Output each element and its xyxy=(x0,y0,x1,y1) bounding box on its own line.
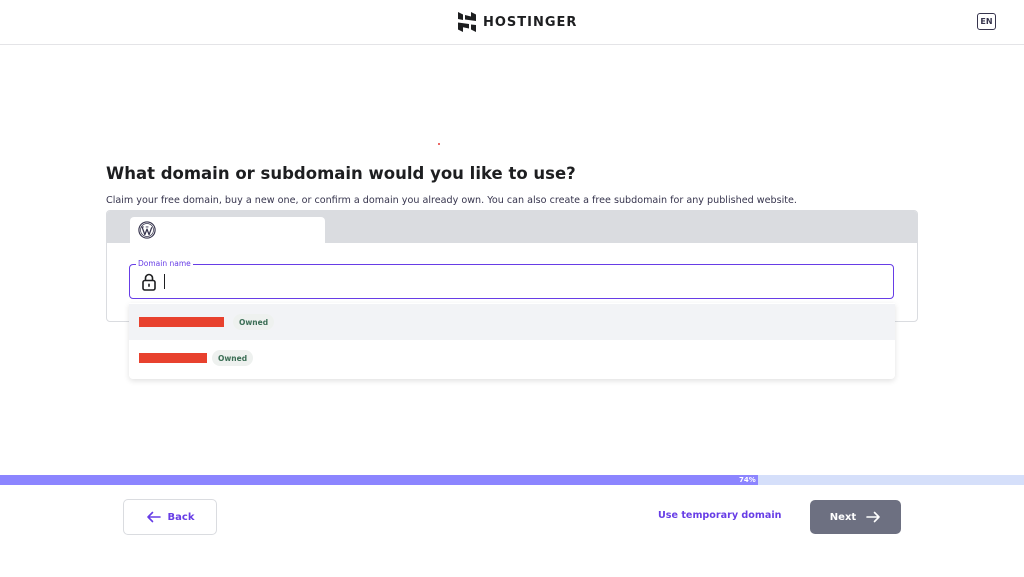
brand-name: HOSTINGER xyxy=(483,14,578,30)
hostinger-logo[interactable]: HOSTINGER xyxy=(457,11,577,33)
progress-label: 74% xyxy=(739,476,756,484)
card-tab-bar xyxy=(107,211,917,243)
domain-suggestions-dropdown: Owned Owned xyxy=(129,303,895,379)
owned-badge: Owned xyxy=(233,314,275,330)
tab-wordpress[interactable] xyxy=(130,217,325,243)
hostinger-logo-icon xyxy=(458,12,476,32)
wordpress-icon xyxy=(138,221,156,239)
progress-bar: 74% xyxy=(0,475,1024,485)
domain-name-label: Domain name xyxy=(136,259,193,269)
domain-name-field[interactable]: Domain name xyxy=(129,259,894,299)
redacted-domain xyxy=(139,353,207,363)
top-bar: HOSTINGER EN xyxy=(0,0,1024,45)
suggestion-item[interactable]: Owned xyxy=(129,304,895,340)
redacted-domain xyxy=(139,317,224,327)
text-caret xyxy=(164,274,165,289)
arrow-right-icon xyxy=(866,511,880,523)
language-button[interactable]: EN xyxy=(977,13,996,30)
progress-fill xyxy=(0,475,758,485)
back-label: Back xyxy=(167,511,195,523)
stray-dot xyxy=(438,143,440,145)
suggestion-item[interactable]: Owned xyxy=(129,340,895,376)
domain-name-input[interactable] xyxy=(163,271,883,292)
page-subtitle: Claim your free domain, buy a new one, o… xyxy=(106,195,797,206)
page-title: What domain or subdomain would you like … xyxy=(106,164,576,183)
next-label: Next xyxy=(829,511,857,523)
owned-badge: Owned xyxy=(212,350,254,366)
next-button[interactable]: Next xyxy=(810,500,901,534)
arrow-left-icon xyxy=(146,511,161,523)
use-temporary-domain-link[interactable]: Use temporary domain xyxy=(658,510,781,521)
back-button[interactable]: Back xyxy=(123,499,217,535)
lock-icon xyxy=(142,273,156,291)
